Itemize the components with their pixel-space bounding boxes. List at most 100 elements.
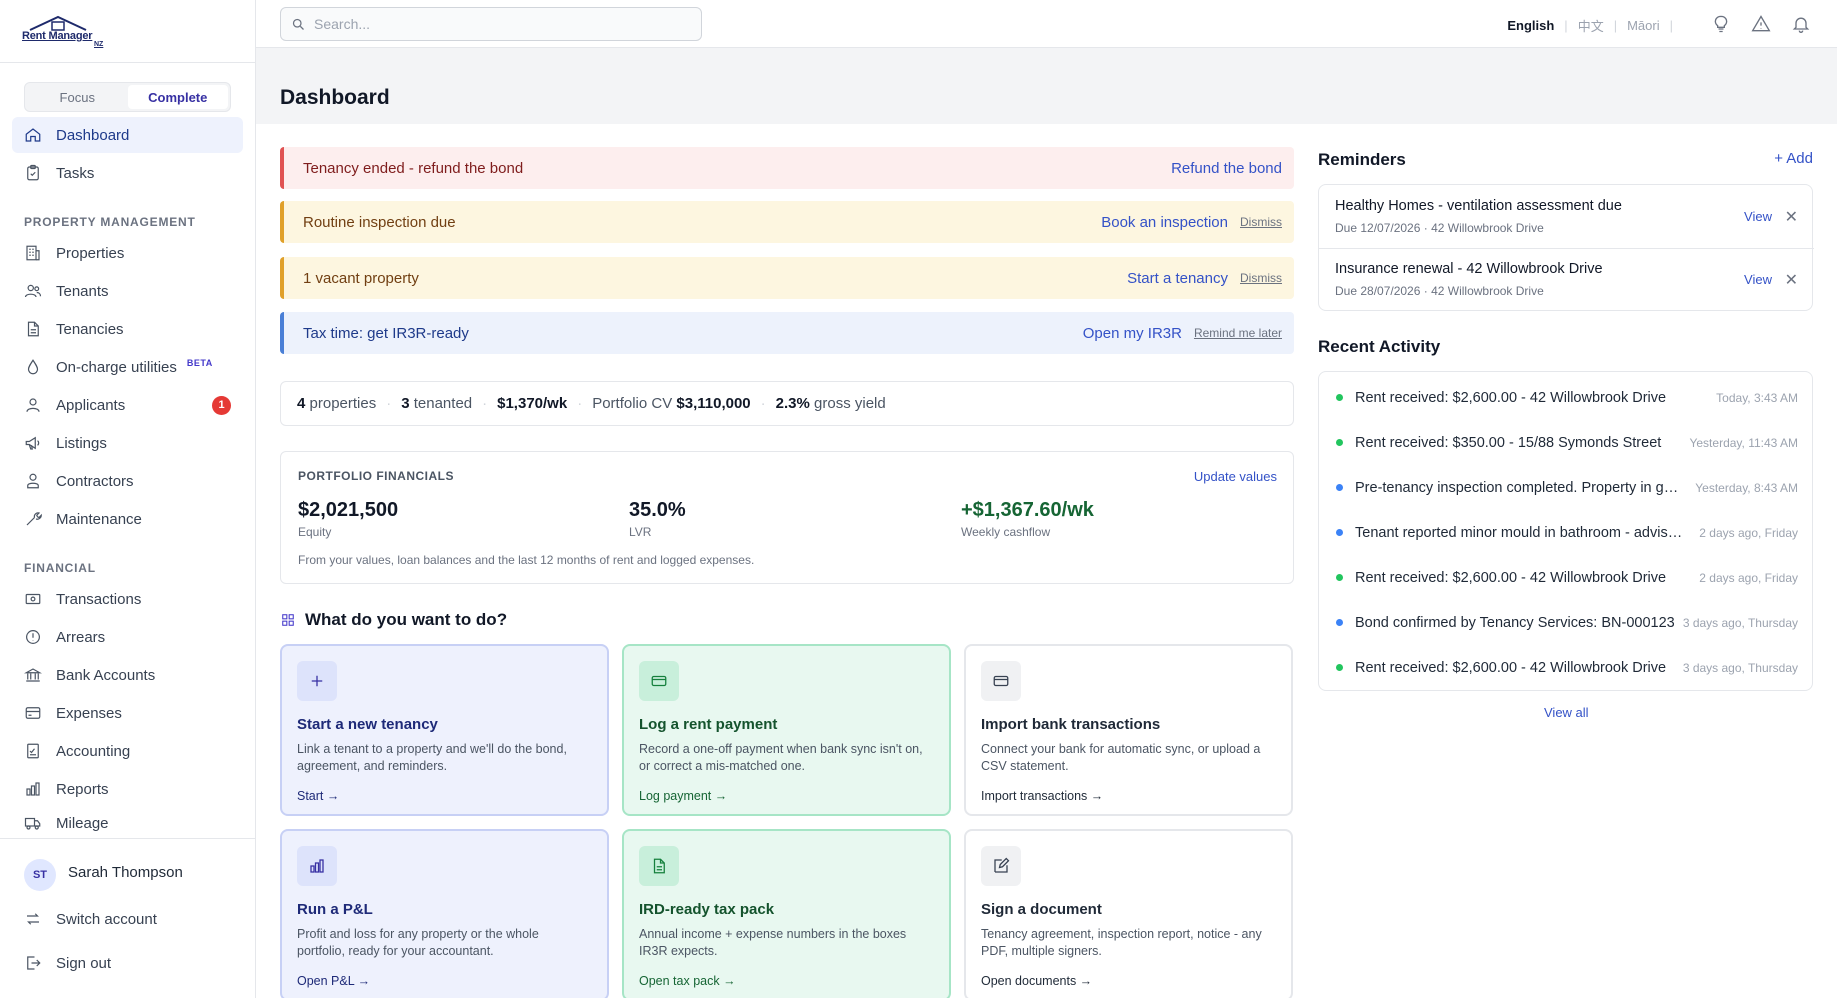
activity-item[interactable]: Rent received: $2,600.00 - 42 Willowbroo… — [1319, 380, 1814, 425]
update-values-link[interactable]: Update values — [1194, 469, 1277, 484]
bar-chart-icon — [24, 780, 42, 798]
card-link[interactable]: Open P&L → — [297, 974, 370, 988]
sidebar-item-tasks[interactable]: Tasks — [12, 155, 243, 191]
lang-english[interactable]: English — [1507, 18, 1554, 33]
reminder-view-link[interactable]: View — [1744, 272, 1772, 287]
activity-text: Rent received: $2,600.00 - 42 Willowbroo… — [1355, 660, 1667, 676]
status-dot — [1336, 529, 1343, 536]
sidebar-item-tenancies[interactable]: Tenancies — [12, 311, 243, 347]
alert-actions: Book an inspection Dismiss — [1101, 214, 1282, 231]
logo[interactable]: Rent Manager NZ — [22, 14, 112, 50]
person-icon — [24, 472, 42, 490]
card-link[interactable]: Open documents → — [981, 974, 1092, 988]
sidebar-item-expenses[interactable]: Expenses — [12, 695, 243, 731]
close-icon[interactable]: ✕ — [1785, 207, 1798, 227]
sidebar-item-listings[interactable]: Listings — [12, 425, 243, 461]
sidebar-item-label: Tenancies — [56, 320, 124, 338]
close-icon[interactable]: ✕ — [1785, 270, 1798, 290]
lang-maori[interactable]: Māori — [1627, 18, 1660, 33]
sidebar-item-on-charge-utilities[interactable]: On-charge utilities BETA — [12, 349, 243, 385]
users-icon — [24, 282, 42, 300]
book-inspection-link[interactable]: Book an inspection — [1101, 214, 1228, 231]
sidebar-item-label: Contractors — [56, 472, 134, 490]
lang-chinese[interactable]: 中文 — [1578, 16, 1604, 35]
search-icon — [292, 18, 304, 30]
card-link[interactable]: Start → — [297, 789, 339, 803]
dismiss-link[interactable]: Dismiss — [1240, 271, 1282, 285]
activity-time: 2 days ago, Friday — [1699, 526, 1798, 540]
sidebar-item-bank-accounts[interactable]: Bank Accounts — [12, 657, 243, 693]
stat-separator: · — [482, 395, 488, 412]
stat-label: Portfolio CV — [592, 395, 673, 412]
refund-bond-link[interactable]: Refund the bond — [1171, 160, 1282, 177]
sidebar-item-properties[interactable]: Properties — [12, 235, 243, 271]
sidebar-item-transactions[interactable]: Transactions — [12, 581, 243, 617]
start-tenancy-link[interactable]: Start a tenancy — [1127, 270, 1228, 287]
sign-out-label: Sign out — [56, 954, 112, 972]
divider — [0, 62, 256, 63]
warning-icon[interactable] — [1750, 13, 1772, 35]
top-bar: English | 中文 | Māori | — [256, 0, 1837, 48]
bell-icon[interactable] — [1790, 13, 1812, 35]
sidebar-item-applicants[interactable]: Applicants 1 — [12, 387, 243, 423]
avatar[interactable]: ST — [24, 859, 56, 891]
action-card-sign-document[interactable]: Sign a document Tenancy agreement, inspe… — [964, 829, 1293, 998]
portfolio-financials-card: PORTFOLIO FINANCIALS Update values $2,02… — [280, 451, 1294, 584]
sidebar-item-maintenance[interactable]: Maintenance — [12, 501, 243, 537]
card-icon — [24, 704, 42, 722]
activity-item[interactable]: Bond confirmed by Tenancy Services: BN-0… — [1319, 605, 1814, 650]
add-reminder-button[interactable]: + Add — [1774, 150, 1813, 167]
sidebar-item-contractors[interactable]: Contractors — [12, 463, 243, 499]
user-name[interactable]: Sarah Thompson — [68, 864, 183, 881]
sidebar-item-reports[interactable]: Reports — [12, 771, 243, 807]
action-card-start-tenancy[interactable]: Start a new tenancy Link a tenant to a p… — [280, 644, 609, 816]
action-card-tax-pack[interactable]: IRD-ready tax pack Annual income + expen… — [622, 829, 951, 998]
activity-time: Today, 3:43 AM — [1716, 391, 1798, 405]
search-input[interactable] — [314, 16, 694, 32]
status-dot — [1336, 484, 1343, 491]
open-ir3r-link[interactable]: Open my IR3R — [1083, 325, 1182, 342]
activity-item[interactable]: Pre-tenancy inspection completed. Proper… — [1319, 470, 1814, 515]
sidebar-item-dashboard[interactable]: Dashboard — [12, 117, 243, 153]
divider — [0, 838, 256, 839]
cash-icon — [24, 590, 42, 608]
action-card-import-bank[interactable]: Import bank transactions Connect your ba… — [964, 644, 1293, 816]
reminder-view-link[interactable]: View — [1744, 209, 1772, 224]
edit-icon — [981, 846, 1021, 886]
activity-item[interactable]: Rent received: $2,600.00 - 42 Willowbroo… — [1319, 560, 1814, 605]
sidebar-item-label: Expenses — [56, 704, 122, 722]
view-all-activity-link[interactable]: View all — [1544, 705, 1589, 720]
activity-item[interactable]: Tenant reported minor mould in bathroom … — [1319, 515, 1814, 560]
action-card-run-pl[interactable]: Run a P&L Profit and loss for any proper… — [280, 829, 609, 998]
switch-account-button[interactable]: Switch account — [12, 901, 243, 937]
action-card-log-payment[interactable]: Log a rent payment Record a one-off paym… — [622, 644, 951, 816]
sidebar-item-label: Tasks — [56, 164, 95, 182]
card-icon — [639, 661, 679, 701]
sidebar-item-tenants[interactable]: Tenants — [12, 273, 243, 309]
remind-later-link[interactable]: Remind me later — [1194, 326, 1282, 340]
card-link[interactable]: Log payment → — [639, 789, 727, 803]
sign-out-button[interactable]: Sign out — [12, 945, 243, 981]
dismiss-link[interactable]: Dismiss — [1240, 215, 1282, 229]
bar-chart-icon — [297, 846, 337, 886]
sidebar-item-mileage[interactable]: Mileage — [12, 809, 243, 837]
reminders-heading: Reminders — [1318, 150, 1406, 169]
card-link[interactable]: Import transactions → — [981, 789, 1103, 803]
ledger-icon — [24, 742, 42, 760]
status-dot — [1336, 439, 1343, 446]
activity-list: Rent received: $2,600.00 - 42 Willowbroo… — [1318, 371, 1813, 691]
activity-item[interactable]: Rent received: $2,600.00 - 42 Willowbroo… — [1319, 650, 1814, 695]
sidebar-item-arrears[interactable]: Arrears — [12, 619, 243, 655]
sidebar-item-accounting[interactable]: Accounting — [12, 733, 243, 769]
grid-icon — [282, 614, 294, 626]
sidebar-item-label: Arrears — [56, 628, 106, 646]
card-link[interactable]: Open tax pack → — [639, 974, 736, 988]
activity-item[interactable]: Rent received: $350.00 - 15/88 Symonds S… — [1319, 425, 1814, 470]
mode-complete-button[interactable]: Complete — [127, 85, 228, 109]
document-icon — [24, 320, 42, 338]
truck-icon — [24, 814, 42, 832]
mode-focus-button[interactable]: Focus — [27, 85, 128, 109]
lightbulb-icon[interactable] — [1710, 13, 1732, 35]
card-title: Sign a document — [981, 901, 1102, 918]
stat-rent: $1,370/wk — [497, 395, 568, 412]
